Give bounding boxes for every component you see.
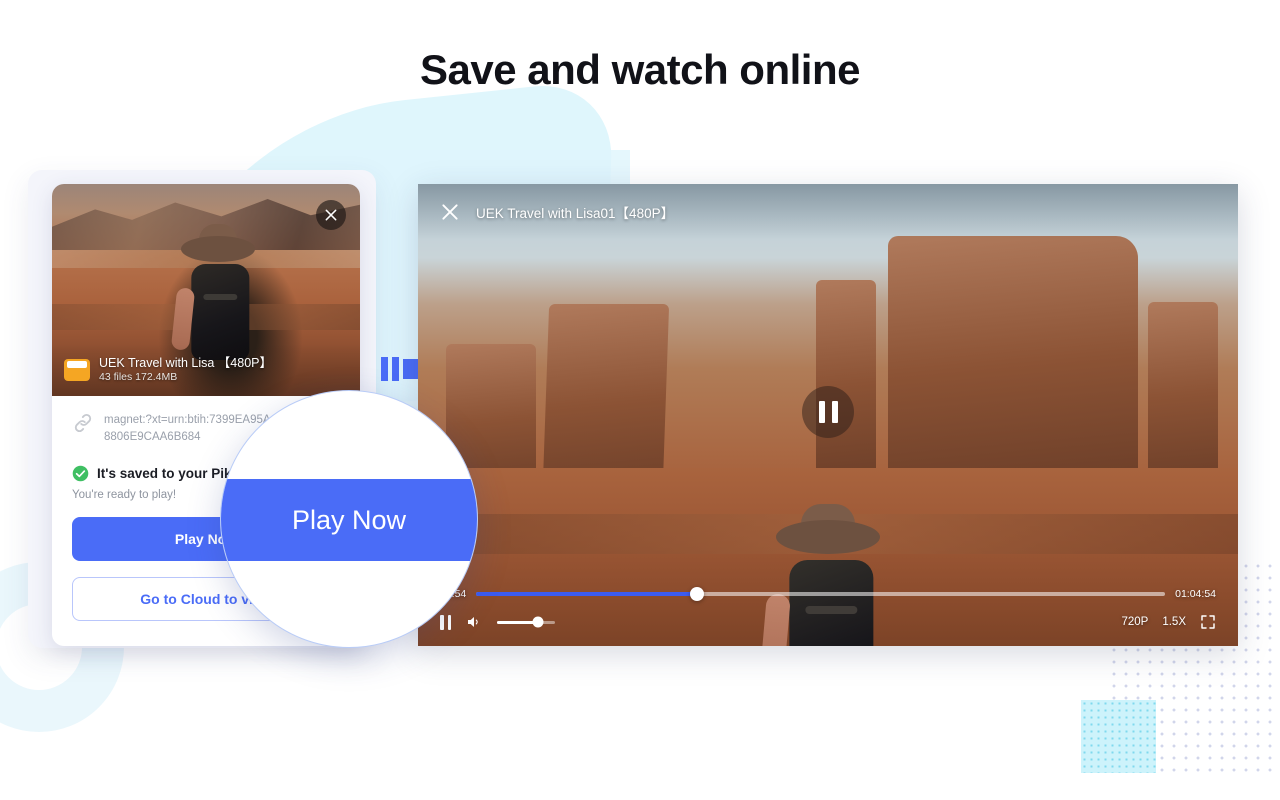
thumbnail-meta: UEK Travel with Lisa 【480P】 43 files 172… <box>52 344 360 396</box>
pause-icon[interactable] <box>440 614 451 630</box>
volume-thumb[interactable] <box>532 616 544 628</box>
magnified-play-now-button[interactable]: Play Now <box>221 479 477 561</box>
duration: 01:04:54 <box>1175 588 1216 600</box>
progress-thumb[interactable] <box>689 587 704 601</box>
backpack-strap <box>203 294 238 300</box>
video-title: UEK Travel with Lisa01【480P】 <box>476 206 675 221</box>
item-name: UEK Travel with Lisa 【480P】 <box>99 356 272 371</box>
card-thumbnail: UEK Travel with Lisa 【480P】 43 files 172… <box>52 184 360 396</box>
decor-cyan-square <box>1081 700 1156 773</box>
fullscreen-icon[interactable] <box>1200 614 1216 630</box>
landscape-butte <box>816 280 876 470</box>
landscape-butte <box>542 304 670 484</box>
close-glyph <box>325 209 337 221</box>
magnifier-lens: Play Now <box>220 390 478 648</box>
page-root: Save and watch online UEK Travel with Li… <box>0 0 1280 800</box>
progress-row: 04:54 01:04:54 <box>440 587 1216 601</box>
close-icon[interactable] <box>440 202 460 222</box>
progress-fill <box>476 592 697 596</box>
page-title: Save and watch online <box>420 46 860 93</box>
center-pause-button[interactable] <box>802 386 854 438</box>
hiker-hat-brim <box>776 520 880 554</box>
volume-icon[interactable] <box>465 614 483 630</box>
volume-slider[interactable] <box>497 616 555 628</box>
check-circle-icon <box>72 465 89 481</box>
item-meta: 43 files 172.4MB <box>99 371 178 384</box>
landscape-butte <box>1148 302 1218 472</box>
video-top-bar: UEK Travel with Lisa01【480P】 <box>418 184 1238 240</box>
landscape-butte <box>888 236 1138 468</box>
video-controls: 04:54 01:04:54 720P 1.5 <box>418 587 1238 646</box>
speed-selector[interactable]: 1.5X <box>1162 616 1186 628</box>
control-row: 720P 1.5X <box>440 614 1216 630</box>
magnet-link-icon <box>74 413 92 433</box>
quality-selector[interactable]: 720P <box>1121 616 1148 628</box>
close-icon[interactable] <box>316 200 346 230</box>
folder-icon <box>64 359 90 381</box>
video-player: UEK Travel with Lisa01【480P】 04:54 01:04… <box>418 184 1238 646</box>
progress-slider[interactable] <box>476 587 1166 601</box>
hiker-hat-brim <box>181 236 256 262</box>
